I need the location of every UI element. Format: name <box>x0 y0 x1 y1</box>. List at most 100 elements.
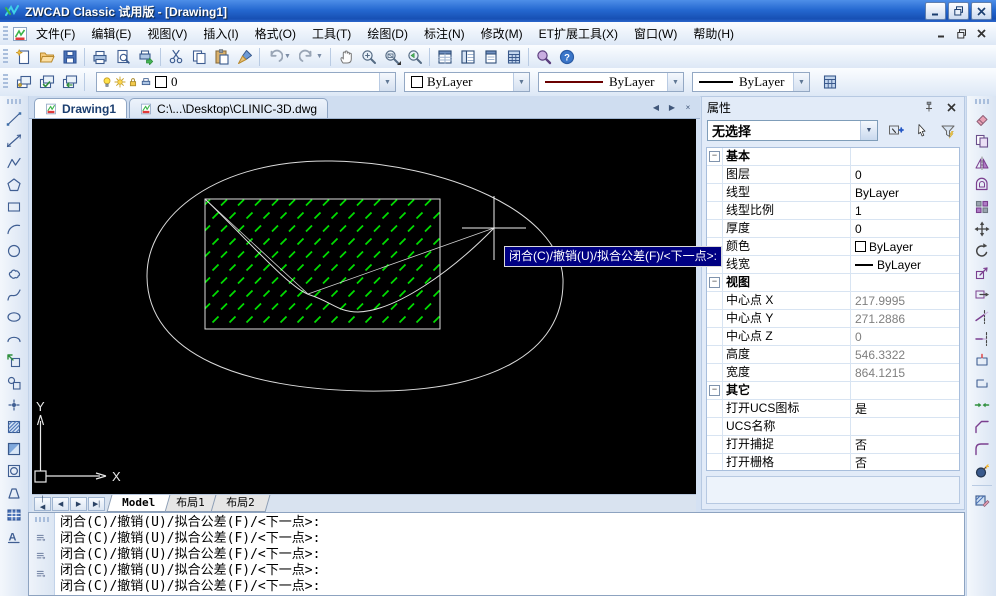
tab-scroll-left-button[interactable]: ◀ <box>648 100 664 115</box>
collapse-icon[interactable]: − <box>709 385 720 396</box>
document-restore-button[interactable] <box>953 26 970 41</box>
close-palette-button[interactable] <box>943 100 959 115</box>
dropdown-arrow-icon[interactable]: ▼ <box>284 53 291 60</box>
fillet-button[interactable] <box>970 439 994 459</box>
preview-button[interactable] <box>111 46 134 67</box>
toggle-pickadd-button[interactable] <box>937 121 959 141</box>
menu-N[interactable]: 标注(N) <box>416 21 473 46</box>
zoom-window-button[interactable] <box>380 46 403 67</box>
color-combo[interactable]: ByLayer ▼ <box>404 72 530 92</box>
collapse-icon[interactable]: − <box>709 277 720 288</box>
pan-button[interactable] <box>334 46 357 67</box>
paste-button[interactable] <box>210 46 233 67</box>
command-strip-icon-1[interactable] <box>33 530 51 546</box>
polyline-button[interactable] <box>2 153 26 173</box>
layout-prev-button[interactable]: ◀ <box>52 497 69 511</box>
line-button[interactable] <box>2 109 26 129</box>
property-value[interactable]: 否 <box>851 436 959 453</box>
property-value[interactable]: 864.1215 <box>851 364 959 381</box>
toolbar-grip[interactable] <box>975 99 989 104</box>
help-button[interactable]: ? <box>555 46 578 67</box>
menu-O[interactable]: 格式(O) <box>247 21 304 46</box>
linetype-combo[interactable]: ByLayer ▼ <box>538 72 684 92</box>
layer-printer-icon[interactable] <box>140 76 153 88</box>
property-value[interactable]: 1 <box>851 202 959 219</box>
gradient-button[interactable] <box>2 439 26 459</box>
offset-button[interactable] <box>970 175 994 195</box>
trim-button[interactable] <box>970 307 994 327</box>
redo-button[interactable]: ▼ <box>295 46 327 67</box>
tab-close-button[interactable]: × <box>680 100 696 115</box>
break-button[interactable] <box>970 373 994 393</box>
dropdown-arrow-icon[interactable]: ▼ <box>316 53 323 60</box>
window-restore-button[interactable] <box>948 2 969 20</box>
menu-E[interactable]: 编辑(E) <box>83 21 139 46</box>
toolbar-grip[interactable] <box>7 99 21 104</box>
property-value[interactable]: ByLayer <box>851 238 959 255</box>
point-button[interactable] <box>2 395 26 415</box>
layer-properties-button[interactable] <box>12 72 35 93</box>
chevron-down-icon[interactable]: ▼ <box>513 73 529 91</box>
pin-button[interactable] <box>921 100 937 115</box>
array-button[interactable] <box>970 197 994 217</box>
mirror-button[interactable] <box>970 153 994 173</box>
menu-W[interactable]: 窗口(W) <box>626 21 685 46</box>
explode-button[interactable] <box>970 461 994 481</box>
layout-last-button[interactable]: ▶| <box>88 497 105 511</box>
property-value[interactable]: 否 <box>851 454 959 471</box>
drawing-canvas[interactable]: Y X <box>32 119 696 494</box>
plot-button[interactable] <box>88 46 111 67</box>
designcenter-button[interactable] <box>456 46 479 67</box>
document-minimize-button[interactable] <box>933 26 950 41</box>
property-value[interactable]: 217.9995 <box>851 292 959 309</box>
document-close-button[interactable] <box>973 26 990 41</box>
chevron-down-icon[interactable]: ▼ <box>860 121 877 140</box>
hatch-button[interactable] <box>2 417 26 437</box>
layer-lock-icon[interactable] <box>127 76 140 88</box>
property-value[interactable]: 0 <box>851 328 959 345</box>
toolbar-grip[interactable] <box>3 74 8 90</box>
construction-line-button[interactable] <box>2 131 26 151</box>
extend-button[interactable] <box>970 329 994 349</box>
menu-H[interactable]: 帮助(H) <box>685 21 742 46</box>
layer-combo[interactable]: 0 ▼ <box>96 72 396 92</box>
revision-cloud-button[interactable] <box>2 263 26 283</box>
tab-scroll-right-button[interactable]: ▶ <box>664 100 680 115</box>
menu-I[interactable]: 插入(I) <box>195 21 246 46</box>
chamfer-button[interactable] <box>970 417 994 437</box>
lineweight-combo[interactable]: ByLayer ▼ <box>692 72 810 92</box>
break-at-point-button[interactable] <box>970 351 994 371</box>
rectangle-button[interactable] <box>2 197 26 217</box>
document-tab[interactable]: Drawing1 <box>34 98 127 118</box>
arc-button[interactable] <box>2 219 26 239</box>
command-history[interactable]: 闭合(C)/撤销(U)/拟合公差(F)/<下一点>:闭合(C)/撤销(U)/拟合… <box>55 513 964 595</box>
command-window[interactable]: 闭合(C)/撤销(U)/拟合公差(F)/<下一点>:闭合(C)/撤销(U)/拟合… <box>28 512 965 596</box>
quickcalc-button[interactable] <box>818 72 841 93</box>
property-value[interactable]: 0 <box>851 166 959 183</box>
publish-button[interactable] <box>134 46 157 67</box>
layer-previous-button[interactable] <box>58 72 81 93</box>
polygon-button[interactable] <box>2 175 26 195</box>
layer-sun-icon[interactable] <box>114 76 127 88</box>
mtext-button[interactable]: A <box>2 527 26 547</box>
copy-object-button[interactable] <box>970 131 994 151</box>
scale-button[interactable] <box>970 263 994 283</box>
property-value[interactable]: ByLayer <box>851 256 959 273</box>
move-button[interactable] <box>970 219 994 239</box>
rotate-button[interactable] <box>970 241 994 261</box>
make-block-button[interactable] <box>2 373 26 393</box>
layout-first-button[interactable]: |◀ <box>34 497 51 511</box>
matchprop-button[interactable] <box>233 46 256 67</box>
chevron-down-icon[interactable]: ▼ <box>379 73 395 91</box>
command-strip-icon-2[interactable] <box>33 548 51 564</box>
property-value[interactable]: ByLayer <box>851 184 959 201</box>
cut-button[interactable] <box>164 46 187 67</box>
menu-F[interactable]: 文件(F) <box>28 21 83 46</box>
insert-block-button[interactable] <box>2 351 26 371</box>
spline-button[interactable] <box>2 285 26 305</box>
join-button[interactable] <box>970 395 994 415</box>
tool-palettes-button[interactable] <box>479 46 502 67</box>
zoom-realtime-button[interactable] <box>357 46 380 67</box>
property-value[interactable]: 546.3322 <box>851 346 959 363</box>
ellipse-arc-button[interactable] <box>2 329 26 349</box>
